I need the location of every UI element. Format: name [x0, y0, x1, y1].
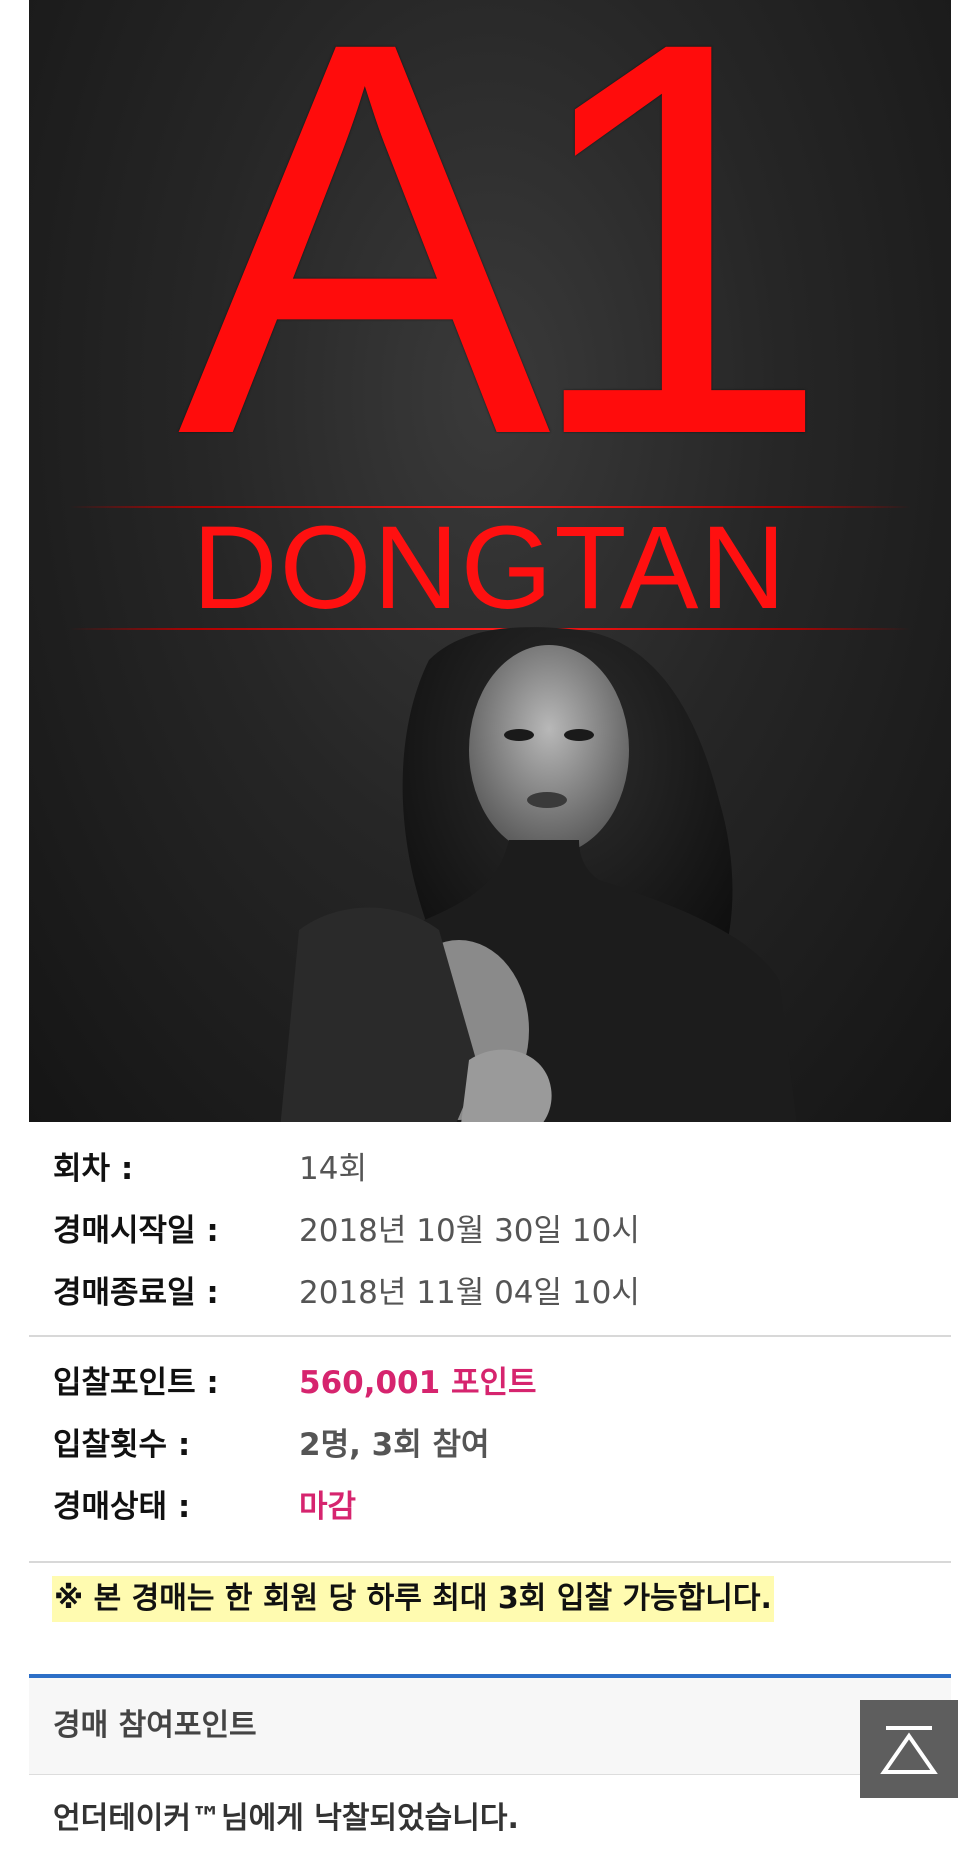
bid-count-label: 입찰횟수 : — [53, 1427, 191, 1463]
auction-poster-image: A1 DONGTAN — [29, 0, 951, 1122]
winner-message: 언더테이커™님에게 낙찰되었습니다. — [53, 1801, 519, 1836]
round-value: 14회 — [299, 1151, 367, 1187]
poster-model-figure — [280, 627, 797, 1122]
participation-points-panel: 경매 참여포인트 언더테이커™님에게 낙찰되었습니다. — [29, 1674, 951, 1852]
bid-count-row: 입찰횟수 : 2명, 3회 참여 — [29, 1420, 951, 1470]
end-date-value: 2018년 11월 04일 10시 — [299, 1275, 640, 1311]
detail-row-start-date: 경매시작일 : 2018년 10월 30일 10시 — [29, 1206, 951, 1256]
panel-header: 경매 참여포인트 — [53, 1708, 257, 1743]
auction-status-badge: 마감 — [299, 1489, 357, 1525]
detail-row-end-date: 경매종료일 : 2018년 11월 04일 10시 — [29, 1268, 951, 1318]
panel-body: 언더테이커™님에게 낙찰되었습니다. — [29, 1775, 951, 1852]
bid-points-row: 입찰포인트 : 560,001 포인트 — [29, 1358, 951, 1408]
round-label: 회차 : — [53, 1151, 134, 1187]
auction-status-label: 경매상태 : — [53, 1489, 191, 1525]
start-date-value: 2018년 10월 30일 10시 — [299, 1213, 640, 1249]
detail-row-round: 회차 : 14회 — [29, 1144, 951, 1194]
bid-limit-notice: ※ 본 경매는 한 회원 당 하루 최대 3회 입찰 가능합니다. — [52, 1576, 774, 1622]
bid-count-value: 2명, 3회 참여 — [299, 1427, 490, 1463]
section-divider — [29, 1561, 951, 1563]
poster-logo-main: A1 — [177, 0, 833, 551]
scroll-top-button[interactable] — [860, 1700, 958, 1798]
start-date-label: 경매시작일 : — [53, 1213, 219, 1249]
bid-points-label: 입찰포인트 : — [53, 1365, 219, 1401]
section-divider — [29, 1335, 951, 1337]
up-triangle-icon — [880, 1726, 938, 1774]
bid-points-value: 560,001 포인트 — [299, 1365, 537, 1401]
auction-status-row: 경매상태 : 마감 — [29, 1482, 951, 1532]
end-date-label: 경매종료일 : — [53, 1275, 219, 1311]
